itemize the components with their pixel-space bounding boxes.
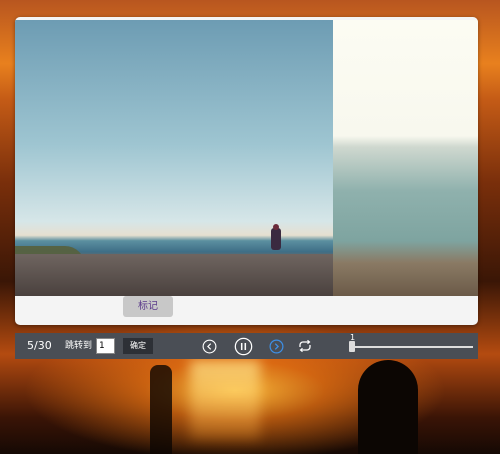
- previous-button[interactable]: [199, 336, 219, 356]
- background-silhouette: [358, 360, 418, 454]
- loop-button[interactable]: [295, 336, 315, 356]
- pause-button[interactable]: [232, 336, 254, 356]
- speed-slider[interactable]: 1: [349, 333, 473, 359]
- chevron-right-circle-icon: [269, 339, 283, 353]
- slide-cyclist: [271, 228, 281, 250]
- confirm-jump-button[interactable]: 确定: [123, 338, 153, 354]
- next-slide-image[interactable]: [333, 20, 478, 296]
- jump-to-label: 跳转到: [65, 341, 93, 351]
- slider-track[interactable]: [351, 346, 473, 348]
- repeat-icon: [299, 339, 311, 353]
- slideshow-toolbar: 5/30 跳转到 确定 1: [15, 333, 478, 359]
- pause-circle-icon: [234, 337, 252, 355]
- slide-road: [15, 254, 333, 296]
- next-button[interactable]: [266, 336, 286, 356]
- slide-cyclist-head: [273, 224, 279, 230]
- slider-thumb[interactable]: [349, 341, 355, 352]
- mark-button[interactable]: 标记: [123, 296, 173, 317]
- chevron-left-circle-icon: [202, 339, 216, 353]
- current-slide-image[interactable]: [15, 20, 333, 296]
- image-viewer-panel: 标记: [15, 17, 478, 325]
- background-silhouette: [150, 365, 172, 454]
- background-sun-reflection: [190, 360, 260, 440]
- slide-counter: 5/30: [27, 339, 52, 352]
- jump-to-input[interactable]: [96, 338, 115, 354]
